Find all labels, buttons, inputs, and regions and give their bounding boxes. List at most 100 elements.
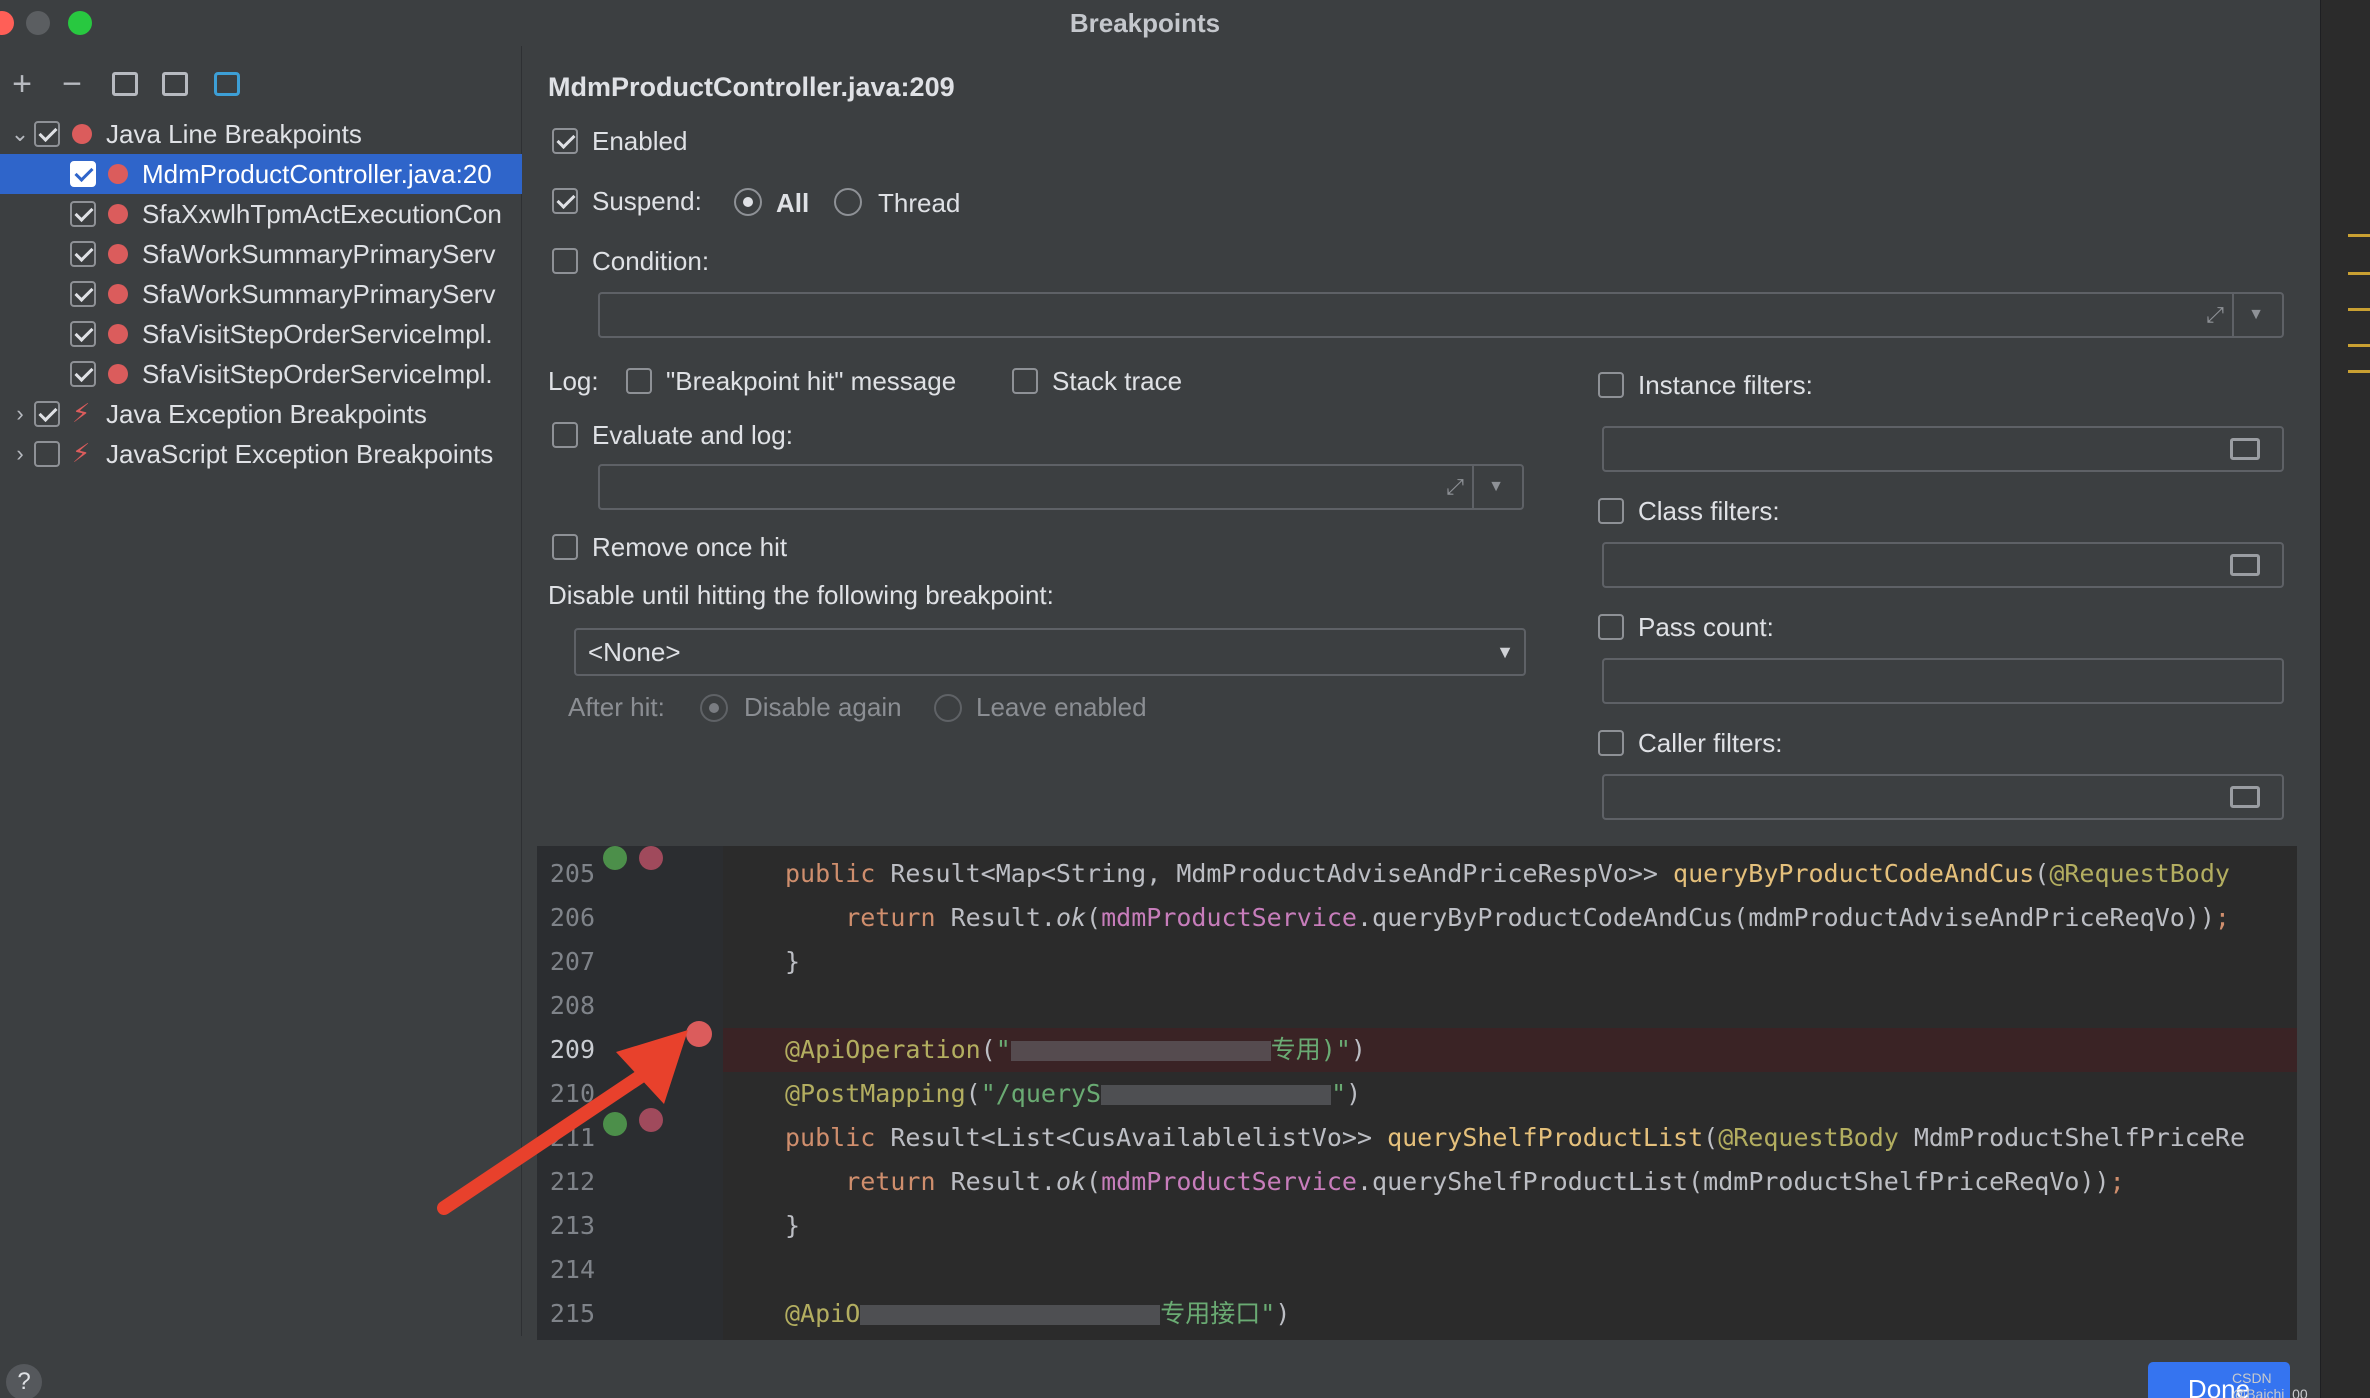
instance-filters-label: Instance filters: [1638, 370, 1813, 400]
code-token: ( [980, 1035, 996, 1064]
tree-item[interactable]: SfaVisitStepOrderServiceImpl. [0, 314, 522, 354]
source-preview[interactable]: 205 public Result<Map<String, MdmProductA… [537, 846, 2297, 1340]
code-text: return Result.ok(mdmProductService.query… [785, 896, 2230, 940]
line-number: 205 [549, 859, 595, 888]
expand-icon[interactable]: ⤢ [2202, 302, 2228, 328]
caller-filters-checkbox[interactable] [1598, 730, 1624, 756]
tree-item-label: SfaWorkSummaryPrimaryServ [142, 279, 496, 309]
suspend-checkbox[interactable] [552, 188, 578, 214]
breakpoint-icon [108, 364, 128, 384]
breakpoint-icon [108, 164, 128, 184]
code-token: mdmProductService [1101, 903, 1357, 932]
after-hit-leave-radio[interactable] [934, 694, 962, 722]
tree-item-checkbox[interactable] [70, 241, 96, 267]
class-filters-checkbox[interactable] [1598, 498, 1624, 524]
history-dropdown-icon[interactable]: ▼ [2236, 294, 2276, 336]
line-number: 215 [549, 1299, 595, 1328]
method-icon[interactable] [639, 1108, 663, 1132]
tree-item[interactable]: SfaXxwlhTpmActExecutionCon [0, 194, 522, 234]
pass-count-checkbox[interactable] [1598, 614, 1624, 640]
tree-item[interactable]: SfaWorkSummaryPrimaryServ [0, 274, 522, 314]
tree-item-checkbox[interactable] [70, 281, 96, 307]
change-marker [2348, 370, 2370, 373]
suspend-thread-radio[interactable] [834, 188, 862, 216]
breakpoints-dialog: Breakpoints + − ⌄ Java Line Breakpoints Md… [0, 0, 2320, 1398]
remove-breakpoint-button[interactable]: − [52, 64, 92, 104]
add-breakpoint-button[interactable]: + [2, 64, 42, 104]
after-hit-leave-label: Leave enabled [976, 692, 1147, 722]
log-stack-trace-label: Stack trace [1052, 366, 1183, 396]
tree-item[interactable]: MdmProductController.java:20 [0, 154, 522, 194]
tree-item[interactable]: SfaVisitStepOrderServiceImpl. [0, 354, 522, 394]
code-token: public [785, 1123, 891, 1152]
evaluate-and-log-checkbox[interactable] [552, 422, 578, 448]
folder-icon[interactable] [2230, 554, 2260, 576]
expand-icon[interactable]: ⤢ [1442, 474, 1468, 500]
tree-item-checkbox[interactable] [34, 121, 60, 147]
folder-icon[interactable] [2230, 438, 2260, 460]
code-token: ( [965, 1079, 981, 1108]
instance-filters-checkbox[interactable] [1598, 372, 1624, 398]
redacted-text [1010, 1041, 1271, 1061]
code-token: ; [2109, 1167, 2125, 1196]
tree-item[interactable]: SfaWorkSummaryPrimaryServ [0, 234, 522, 274]
code-token: } [785, 1211, 801, 1240]
disable-until-select[interactable]: <None> ▼ [574, 628, 1526, 676]
tree-item[interactable]: ⌄ Java Line Breakpoints [0, 114, 522, 154]
breakpoint-marker-icon[interactable] [686, 1021, 712, 1047]
code-token: "/queryS [980, 1079, 1102, 1108]
divider [2232, 294, 2234, 336]
line-number: 209 [549, 1035, 595, 1064]
remove-once-hit-checkbox[interactable] [552, 534, 578, 560]
history-dropdown-icon[interactable]: ▼ [1476, 466, 1516, 508]
code-token: ) [1350, 1035, 1366, 1064]
code-text: } [785, 940, 800, 984]
group-by-file-icon[interactable] [162, 72, 188, 96]
condition-checkbox[interactable] [552, 248, 578, 274]
tree-item-checkbox[interactable] [70, 201, 96, 227]
code-line: 209 @ApiOperation(" 专用)") [537, 1028, 2297, 1072]
tree-item-checkbox[interactable] [34, 441, 60, 467]
instance-filters-input[interactable] [1602, 426, 2284, 472]
chevron-down-icon[interactable]: ⌄ [10, 114, 30, 154]
code-token: .queryByProductCodeAndCus(mdmProductAdvi… [1356, 903, 2215, 932]
evaluate-input[interactable]: ⤢ ▼ [598, 464, 1524, 510]
folder-icon[interactable] [2230, 786, 2260, 808]
caller-filters-input[interactable] [1602, 774, 2284, 820]
tree-item-checkbox[interactable] [70, 161, 96, 187]
chevron-right-icon[interactable]: › [10, 434, 30, 474]
exception-breakpoint-icon: ⚡ [72, 438, 91, 468]
log-stack-trace-checkbox[interactable] [1012, 368, 1038, 394]
editor-side-strip [2320, 0, 2370, 1398]
tree-item[interactable]: › ⚡ JavaScript Exception Breakpoints [0, 434, 522, 474]
chevron-right-icon[interactable]: › [10, 394, 30, 434]
pass-count-input[interactable] [1602, 658, 2284, 704]
tree-item-checkbox[interactable] [70, 321, 96, 347]
suspend-all-radio[interactable] [734, 188, 762, 216]
class-filters-input[interactable] [1602, 542, 2284, 588]
tree-item-checkbox[interactable] [34, 401, 60, 427]
code-token: @PostMapping [785, 1079, 966, 1108]
line-number: 206 [549, 903, 595, 932]
tree-item-checkbox[interactable] [70, 361, 96, 387]
after-hit-disable-radio[interactable] [700, 694, 728, 722]
disable-until-label: Disable until hitting the following brea… [548, 580, 1054, 610]
group-by-package-icon[interactable] [112, 72, 138, 96]
enabled-checkbox[interactable] [552, 128, 578, 154]
spring-mapping-icon[interactable] [603, 846, 627, 870]
code-text: return Result.ok(mdmProductService.query… [785, 1160, 2125, 1204]
after-hit-disable-label: Disable again [744, 692, 902, 722]
tree-item[interactable]: › ⚡ Java Exception Breakpoints [0, 394, 522, 434]
log-message-checkbox[interactable] [626, 368, 652, 394]
code-token: ( [1086, 1167, 1102, 1196]
method-icon[interactable] [639, 846, 663, 870]
line-number: 214 [549, 1255, 595, 1284]
help-button[interactable]: ? [6, 1364, 42, 1398]
tree-toolbar: + − [0, 64, 522, 108]
spring-mapping-icon[interactable] [603, 1112, 627, 1136]
group-by-class-icon[interactable] [214, 72, 240, 96]
line-number: 211 [549, 1123, 595, 1152]
condition-input[interactable]: ⤢ ▼ [598, 292, 2284, 338]
code-token: ( [1703, 1123, 1719, 1152]
code-token: public [785, 859, 891, 888]
